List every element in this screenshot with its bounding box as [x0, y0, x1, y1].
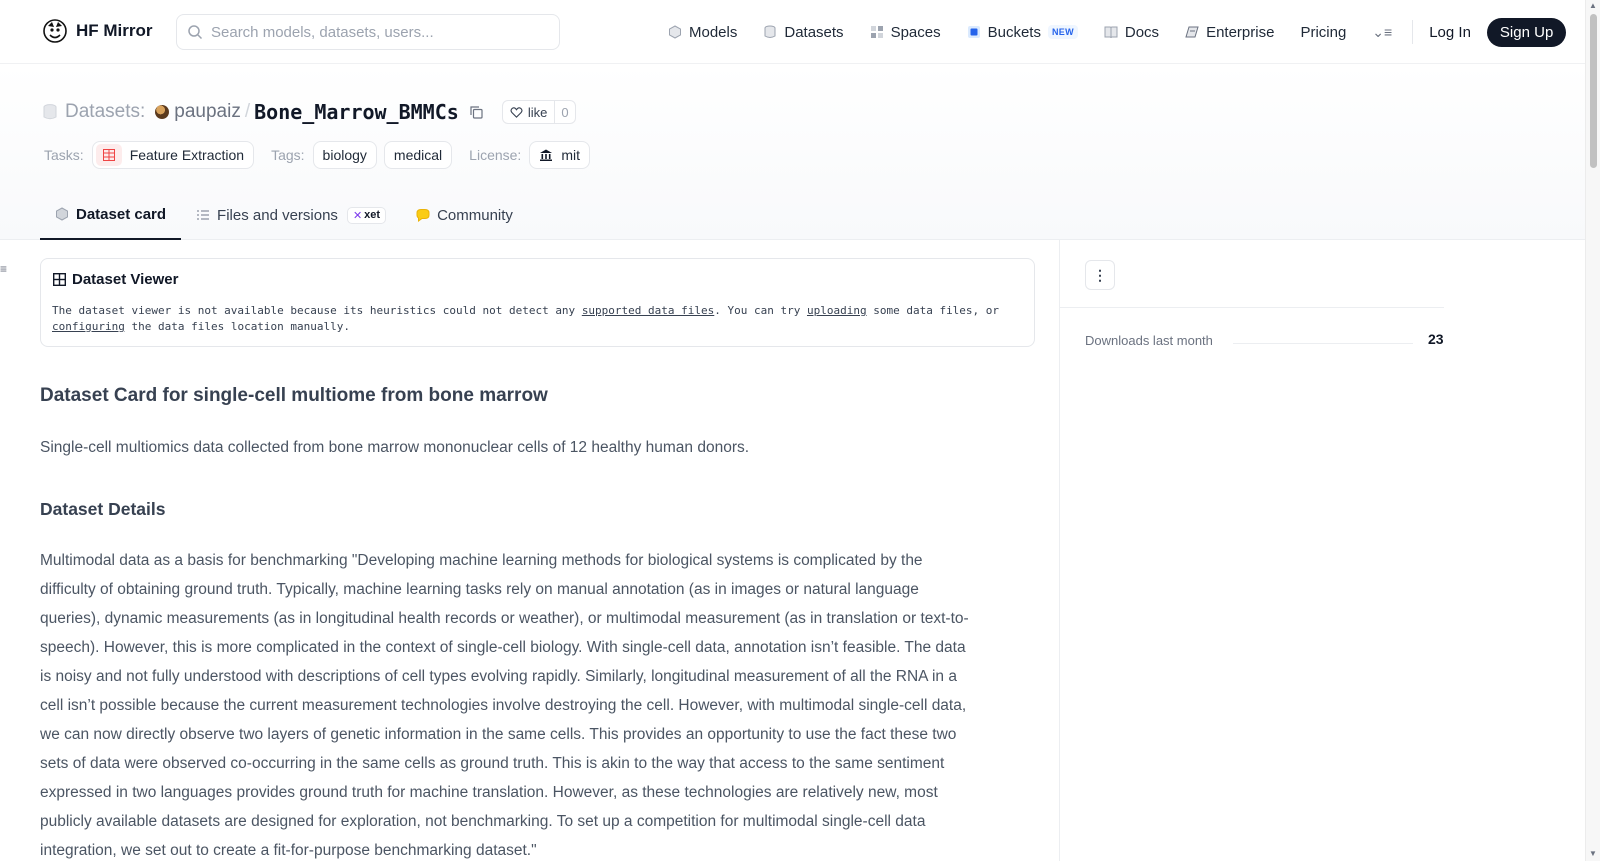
tab-dataset-card[interactable]: Dataset card	[40, 190, 182, 240]
page-scrollbar[interactable]: ▲ ▼	[1585, 0, 1600, 861]
task-chip-feature-extraction[interactable]: Feature Extraction	[91, 141, 255, 169]
table-icon	[53, 273, 66, 286]
sidebar-divider	[1060, 307, 1444, 308]
nav-pricing-label: Pricing	[1300, 23, 1347, 41]
community-chat-icon	[416, 209, 430, 222]
search-icon	[188, 25, 203, 40]
more-menu-icon[interactable]: ⌄≡	[1372, 24, 1392, 41]
downloads-label: Downloads last month	[1085, 333, 1213, 348]
tab-community[interactable]: Community	[401, 190, 528, 240]
configuring-link[interactable]: configuring	[52, 320, 125, 333]
tags-label: Tags:	[271, 147, 305, 163]
repo-name[interactable]: Bone_Marrow_BMMCs	[254, 100, 459, 124]
database-icon	[764, 25, 776, 38]
xet-badge: ✕ xet	[346, 206, 387, 224]
table-task-icon	[95, 144, 122, 166]
dataset-viewer-title: Dataset Viewer	[53, 271, 178, 288]
downloads-sparkline	[1233, 343, 1413, 344]
viewer-msg-part: . You can try	[714, 304, 807, 317]
nav-pricing[interactable]: Pricing	[1300, 24, 1346, 41]
like-label-wrap: like	[503, 105, 555, 120]
nav-buckets[interactable]: Buckets NEW	[967, 24, 1078, 41]
nav-models-label: Models	[689, 23, 738, 41]
copy-icon[interactable]	[469, 105, 484, 120]
details-paragraph: Multimodal data as a basis for benchmark…	[40, 552, 969, 859]
repo-meta-row: Tasks: Feature Extraction Tags: biology …	[44, 141, 597, 169]
dataset-icon	[43, 104, 57, 120]
repo-type-label: Datasets:	[65, 101, 146, 122]
grid-icon	[870, 26, 883, 38]
nav-docs-label: Docs	[1124, 23, 1160, 41]
login-link[interactable]: Log In	[1429, 24, 1471, 41]
nav-spaces-label: Spaces	[890, 23, 941, 41]
tasks-label: Tasks:	[44, 147, 84, 163]
toc-toggle-icon[interactable]: ≡	[0, 262, 10, 276]
scroll-up-icon[interactable]: ▲	[1589, 1, 1597, 10]
supported-data-files-link[interactable]: supported data files	[582, 304, 714, 317]
like-button[interactable]: like 0	[501, 100, 576, 124]
viewer-message: The dataset viewer is not available beca…	[52, 303, 1022, 335]
tab-dataset-card-label: Dataset card	[76, 205, 167, 223]
license-label: License:	[469, 147, 522, 163]
like-count[interactable]: 0	[554, 101, 574, 123]
nav-buckets-label: Buckets	[987, 23, 1041, 41]
tab-files-label: Files and versions	[217, 206, 338, 224]
scale-license-icon	[540, 149, 553, 161]
card-title: Dataset Card for single-cell multiome fr…	[40, 385, 548, 406]
scroll-down-icon[interactable]: ▼	[1589, 849, 1597, 858]
nav-spaces[interactable]: Spaces	[870, 24, 941, 41]
nav-enterprise[interactable]: Enterprise	[1185, 24, 1274, 41]
tag-chip-medical[interactable]: medical	[383, 141, 453, 169]
brand-name: HF Mirror	[76, 21, 153, 40]
tag-chip-biology[interactable]: biology	[312, 141, 377, 169]
xet-icon: ✕	[352, 209, 363, 222]
nav-datasets[interactable]: Datasets	[763, 23, 844, 41]
owner-link[interactable]: paupaiz	[174, 101, 241, 123]
files-list-icon	[197, 210, 210, 220]
nav-enterprise-label: Enterprise	[1206, 23, 1275, 41]
dataset-viewer-box: Dataset Viewer The dataset viewer is not…	[40, 258, 1035, 347]
tab-files-and-versions[interactable]: Files and versions ✕ xet	[181, 190, 401, 240]
xet-label: xet	[364, 209, 381, 221]
task-label: Feature Extraction	[129, 147, 245, 163]
enterprise-icon	[1185, 26, 1199, 38]
nav-datasets-label: Datasets	[784, 23, 844, 41]
viewer-msg-part: The dataset viewer is not available beca…	[52, 304, 582, 317]
owner-avatar[interactable]	[155, 105, 170, 119]
nav-items: Models Datasets Spaces Buckets NEW Docs …	[668, 0, 1567, 64]
details-heading: Dataset Details	[40, 499, 166, 519]
path-separator: /	[244, 101, 251, 122]
viewer-title-text: Dataset Viewer	[72, 271, 179, 288]
repo-title-row: Datasets: paupaiz / Bone_Marrow_BMMCs li…	[43, 100, 576, 124]
repo-header: Datasets: paupaiz / Bone_Marrow_BMMCs li…	[0, 64, 1585, 240]
hf-mirror-logo-icon	[43, 19, 67, 43]
viewer-msg-part: the data files location manually.	[124, 320, 351, 333]
bucket-icon	[967, 26, 980, 38]
cube-icon	[669, 25, 681, 39]
nav-docs[interactable]: Docs	[1104, 24, 1159, 41]
top-navbar: HF Mirror Models Datasets Spaces Buckets…	[0, 0, 1585, 64]
right-sidebar: ⋮ Downloads last month 23	[1059, 240, 1585, 861]
more-options-button[interactable]: ⋮	[1085, 260, 1115, 290]
new-badge: NEW	[1047, 25, 1078, 39]
license-value: mit	[561, 147, 580, 163]
nav-divider	[1412, 20, 1414, 44]
repo-tabs: Dataset card Files and versions ✕ xet Com…	[40, 190, 528, 240]
downloads-value: 23	[1428, 331, 1444, 347]
search-input[interactable]	[211, 23, 541, 41]
card-summary: Single-cell multiomics data collected fr…	[40, 439, 750, 456]
cube-icon	[56, 207, 68, 221]
heart-icon	[510, 106, 523, 118]
uploading-link[interactable]: uploading	[807, 304, 867, 317]
signup-button[interactable]: Sign Up	[1486, 17, 1567, 47]
viewer-msg-part: some data files, or	[866, 304, 1000, 317]
like-label: like	[527, 104, 548, 120]
tab-community-label: Community	[437, 206, 513, 224]
book-icon	[1104, 26, 1118, 39]
scroll-thumb[interactable]	[1590, 14, 1597, 168]
nav-models[interactable]: Models	[668, 24, 737, 41]
brand-link[interactable]: HF Mirror	[42, 18, 153, 44]
search-box[interactable]	[176, 14, 560, 50]
license-chip[interactable]: mit	[529, 141, 590, 169]
